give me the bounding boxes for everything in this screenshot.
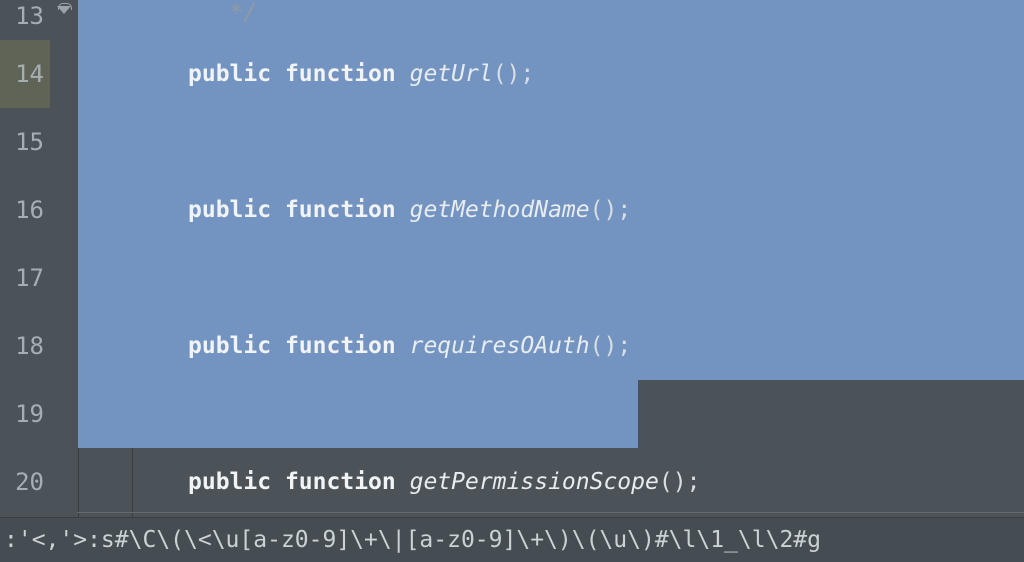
keyword: function bbox=[285, 61, 396, 87]
selection-highlight bbox=[78, 380, 638, 448]
line-number-gutter: 13 14 15 16 17 18 19 20 bbox=[0, 0, 50, 517]
command-text: :'<,'>:s#\C\(\<\u[a-z0-9]\+\|[a-z0-9]\+\… bbox=[4, 527, 821, 553]
code-area[interactable]: */ public function getUrl(); public func… bbox=[78, 0, 1024, 517]
line-number: 16 bbox=[0, 176, 50, 244]
keyword: public bbox=[188, 333, 271, 359]
code-line[interactable]: public function getMethodName(); bbox=[78, 176, 1024, 244]
paren: ) bbox=[507, 61, 521, 87]
code-line[interactable]: public function getUrl(); bbox=[78, 40, 1024, 108]
keyword: function bbox=[285, 197, 396, 223]
line-number: 17 bbox=[0, 244, 50, 312]
function-name: requiresOAuth bbox=[410, 333, 590, 359]
fold-marker-icon[interactable] bbox=[57, 6, 71, 14]
fold-column bbox=[50, 0, 78, 517]
keyword: public bbox=[188, 469, 271, 495]
line-number: 15 bbox=[0, 108, 50, 176]
command-line[interactable]: :'<,'>:s#\C\(\<\u[a-z0-9]\+\|[a-z0-9]\+\… bbox=[0, 517, 1024, 562]
function-name: getPermissionScope bbox=[410, 469, 659, 495]
code-editor[interactable]: 13 14 15 16 17 18 19 20 */ public functi… bbox=[0, 0, 1024, 517]
line-number: 20 bbox=[0, 448, 50, 516]
keyword: function bbox=[285, 469, 396, 495]
code-line[interactable] bbox=[78, 108, 1024, 176]
line-number: 19 bbox=[0, 380, 50, 448]
semicolon: ; bbox=[617, 333, 631, 359]
paren: ) bbox=[673, 469, 687, 495]
keyword: public bbox=[188, 61, 271, 87]
semicolon: ; bbox=[617, 197, 631, 223]
selection-highlight bbox=[78, 244, 1024, 312]
semicolon: ; bbox=[687, 469, 701, 495]
line-number: 14 bbox=[0, 40, 50, 108]
line-number: 13 bbox=[0, 0, 50, 40]
function-name: getMethodName bbox=[410, 197, 590, 223]
function-name: getUrl bbox=[410, 61, 493, 87]
line-number: 18 bbox=[0, 312, 50, 380]
code-line[interactable]: public function getPermissionScope(); bbox=[78, 448, 1024, 516]
semicolon: ; bbox=[520, 61, 534, 87]
code-line[interactable]: public function requiresOAuth(); bbox=[78, 312, 1024, 380]
comment-text: */ bbox=[230, 0, 258, 26]
paren: ( bbox=[493, 61, 507, 87]
keyword: public bbox=[188, 197, 271, 223]
keyword: function bbox=[285, 333, 396, 359]
code-line[interactable] bbox=[78, 244, 1024, 312]
code-line[interactable] bbox=[78, 380, 1024, 448]
paren: ) bbox=[603, 333, 617, 359]
paren: ) bbox=[603, 197, 617, 223]
selection-highlight bbox=[78, 108, 1024, 176]
paren: ( bbox=[590, 197, 604, 223]
paren: ( bbox=[659, 469, 673, 495]
code-line[interactable]: */ bbox=[78, 0, 1024, 40]
paren: ( bbox=[590, 333, 604, 359]
